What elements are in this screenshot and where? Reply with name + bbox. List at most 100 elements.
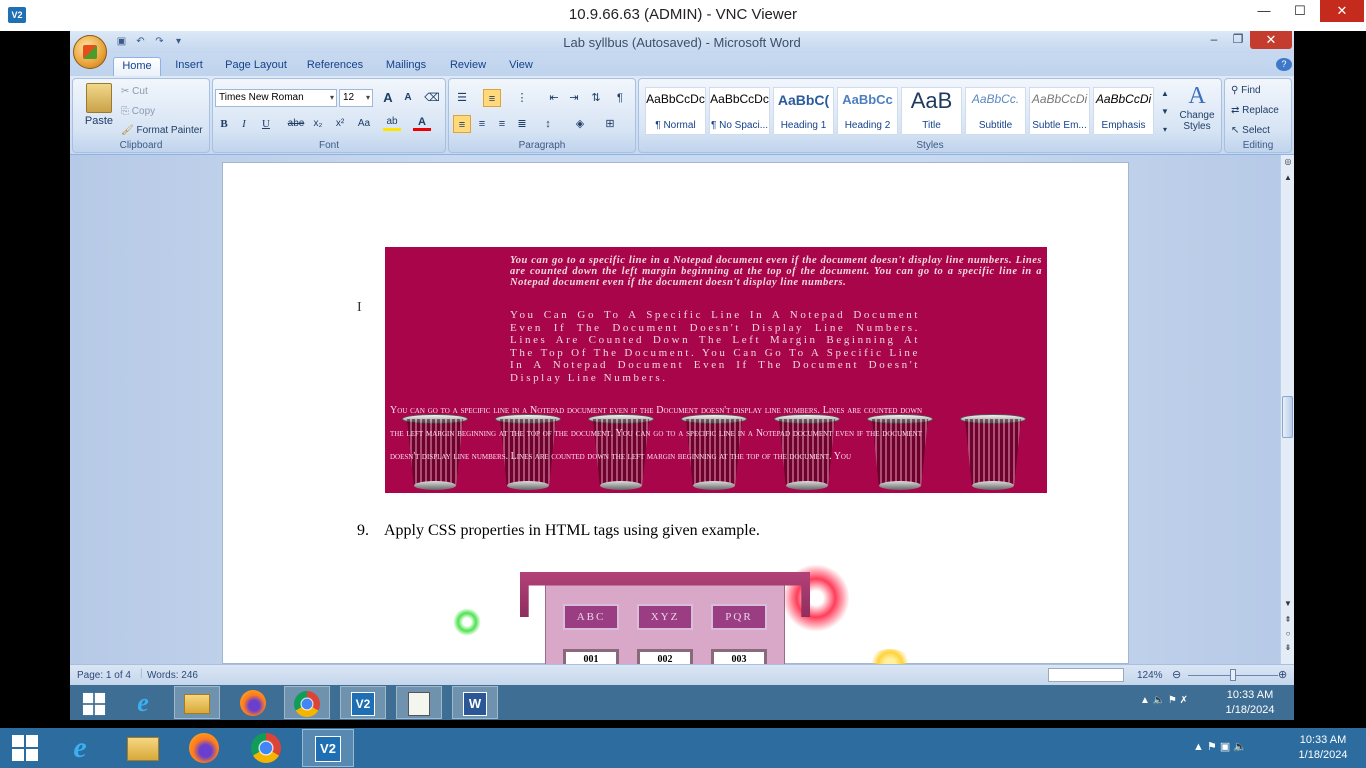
word-icon[interactable]: W [452, 686, 498, 719]
show-formatting-icon[interactable]: ¶ [611, 89, 629, 107]
local-tray-icons[interactable]: ▲ ⚑ ▣ 🔈 [1193, 740, 1247, 753]
vertical-scrollbar[interactable]: ◎ ▲ ▼ ⇞ ○ ⇟ [1280, 155, 1294, 664]
replace-button[interactable]: ⇄ Replace [1231, 105, 1279, 116]
tab-home[interactable]: Home [113, 57, 161, 76]
internet-explorer-icon[interactable]: e [60, 732, 100, 764]
grow-font-icon[interactable]: A [379, 89, 397, 107]
align-right-icon[interactable]: ≡ [493, 115, 511, 133]
italic-button[interactable]: I [235, 115, 253, 133]
format-painter-button[interactable]: 🖌 Format Painter [121, 125, 203, 136]
numbering-icon[interactable]: ≡ [483, 89, 501, 107]
cut-label: Cut [132, 86, 148, 97]
change-case-button[interactable]: Aa [353, 115, 375, 133]
select-button[interactable]: ↖ Select [1231, 125, 1270, 136]
sort-icon[interactable]: ⇅ [587, 89, 605, 107]
style-no-spacing[interactable]: AaBbCcDc ¶ No Spaci... [709, 87, 770, 135]
justify-icon[interactable]: ≣ [513, 115, 531, 133]
styles-more-icon[interactable]: ▾ [1159, 121, 1171, 139]
subscript-button[interactable]: x₂ [309, 115, 327, 133]
chrome-icon[interactable] [284, 686, 330, 719]
start-button[interactable] [0, 728, 52, 768]
word-close-button[interactable]: ✕ [1250, 31, 1292, 49]
style-name: Subtitle [978, 120, 1013, 131]
zoom-out-icon[interactable]: ⊖ [1172, 668, 1181, 681]
tab-insert[interactable]: Insert [168, 57, 210, 76]
align-left-icon[interactable]: ≡ [453, 115, 471, 133]
file-explorer-icon[interactable] [127, 737, 159, 761]
scroll-up-icon[interactable]: ▲ [1281, 173, 1294, 182]
next-page-icon[interactable]: ⇟ [1281, 643, 1294, 652]
shading-icon[interactable]: ◈ [571, 115, 589, 133]
select-browse-object-icon[interactable]: ○ [1281, 629, 1294, 638]
style-emphasis[interactable]: AaBbCcDi Emphasis [1093, 87, 1154, 135]
multilevel-list-icon[interactable]: ⋮ [513, 89, 531, 107]
remote-tray-icons[interactable]: ▲ 🔈 ⚑ ✗ [1140, 695, 1188, 706]
local-clock[interactable]: 10:33 AM 1/18/2024 [1290, 733, 1356, 763]
tab-review[interactable]: Review [445, 57, 491, 76]
remote-clock[interactable]: 10:33 AM 1/18/2024 [1222, 688, 1278, 718]
line-spacing-icon[interactable]: ↕ [539, 115, 557, 133]
internet-explorer-icon[interactable]: e [120, 686, 166, 719]
tab-mailings[interactable]: Mailings [380, 57, 432, 76]
style-normal[interactable]: AaBbCcDc ¶ Normal [645, 87, 706, 135]
chrome-icon[interactable] [251, 733, 281, 763]
vnc-viewer-icon[interactable]: V2 [340, 686, 386, 719]
zoom-slider-thumb[interactable] [1230, 669, 1236, 681]
firefox-icon[interactable] [189, 733, 219, 763]
vnc-close-button[interactable]: ✕ [1320, 0, 1364, 22]
previous-page-icon[interactable]: ⇞ [1281, 615, 1294, 624]
tab-page-layout[interactable]: Page Layout [222, 57, 290, 76]
ruler-toggle-icon[interactable]: ◎ [1281, 157, 1294, 166]
increase-indent-icon[interactable]: ⇥ [565, 89, 583, 107]
align-center-icon[interactable]: ≡ [473, 115, 491, 133]
cut-button[interactable]: ✂ Cut [121, 86, 148, 97]
decrease-indent-icon[interactable]: ⇤ [545, 89, 563, 107]
page-count[interactable]: Page: 1 of 4 [77, 670, 131, 681]
copy-button[interactable]: ⎘ Copy [121, 106, 155, 117]
firefox-icon[interactable] [230, 686, 276, 719]
font-color-button[interactable]: A [413, 115, 431, 131]
file-explorer-icon[interactable] [174, 686, 220, 719]
underline-button[interactable]: U [257, 115, 275, 133]
scroll-thumb[interactable] [1282, 396, 1293, 438]
notepad-icon[interactable] [396, 686, 442, 719]
replace-icon: ⇄ [1231, 105, 1243, 116]
change-styles-button[interactable]: A Change Styles [1175, 83, 1219, 132]
style-preview: AaBbCcDi [1095, 92, 1152, 106]
help-button[interactable]: ? [1276, 58, 1292, 71]
styles-scroll-up-icon[interactable]: ▲ [1159, 85, 1171, 103]
word-minimize-button[interactable]: – [1202, 32, 1226, 46]
tab-references[interactable]: References [304, 57, 366, 76]
bold-button[interactable]: B [215, 115, 233, 133]
zoom-level[interactable]: 124% [1137, 670, 1163, 681]
word-count[interactable]: Words: 246 [147, 670, 198, 681]
tab-view[interactable]: View [503, 57, 539, 76]
styles-scroll-down-icon[interactable]: ▼ [1159, 103, 1171, 121]
bullets-icon[interactable]: ☰ [453, 89, 471, 107]
strikethrough-button[interactable]: abe [285, 115, 307, 133]
word-restore-button[interactable]: ❐ [1226, 32, 1250, 46]
style-heading-2[interactable]: AaBbCc Heading 2 [837, 87, 898, 135]
style-subtitle[interactable]: AaBbCc. Subtitle [965, 87, 1026, 135]
office-button[interactable] [73, 35, 107, 69]
borders-icon[interactable]: ⊞ [601, 115, 619, 133]
font-name-combo[interactable]: Times New Roman ▾ [215, 89, 337, 107]
shrink-font-icon[interactable]: A [399, 89, 417, 107]
paste-button[interactable]: Paste [79, 83, 119, 141]
style-heading-1[interactable]: AaBbC(Heading 1 [773, 87, 834, 135]
scroll-down-icon[interactable]: ▼ [1281, 599, 1294, 608]
highlight-button[interactable]: ab [383, 115, 401, 131]
document-page[interactable]: You can go to a specific line in a Notep… [222, 162, 1129, 664]
zoom-in-icon[interactable]: ⊕ [1278, 668, 1287, 681]
clear-formatting-icon[interactable]: ⌫ [423, 89, 441, 107]
superscript-button[interactable]: x² [331, 115, 349, 133]
vnc-maximize-button[interactable]: ☐ [1278, 0, 1322, 22]
remote-start-button[interactable] [70, 686, 116, 719]
find-button[interactable]: ⚲ Find [1231, 85, 1261, 96]
font-size-combo[interactable]: 12 ▾ [339, 89, 373, 107]
style-subtle-emphasis[interactable]: AaBbCcDi Subtle Em... [1029, 87, 1090, 135]
view-buttons[interactable] [1048, 668, 1124, 682]
vnc-viewer-taskbar-button[interactable]: V2 [302, 729, 354, 767]
style-title[interactable]: AaB Title [901, 87, 962, 135]
remote-taskbar: e V2 W ▲ 🔈 ⚑ ✗ 10:33 AM 1/18/2024 [70, 685, 1294, 720]
